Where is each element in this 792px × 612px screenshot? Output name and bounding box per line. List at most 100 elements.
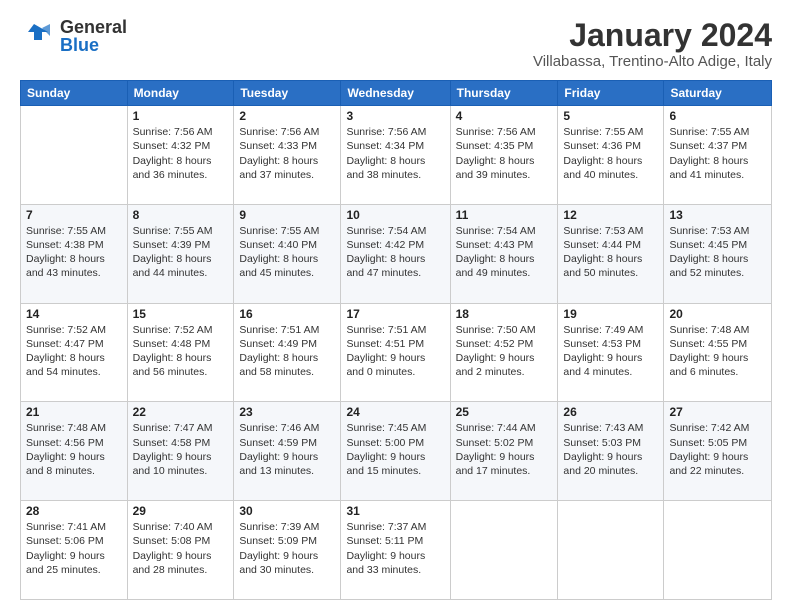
day-number: 23 — [239, 405, 335, 419]
table-row: 11Sunrise: 7:54 AMSunset: 4:43 PMDayligh… — [450, 204, 558, 303]
day-number: 12 — [563, 208, 658, 222]
table-row — [450, 501, 558, 600]
day-number: 20 — [669, 307, 766, 321]
table-row: 29 Sunrise: 7:40 AMSunset: 5:08 PMDayligh… — [127, 501, 234, 600]
day-number: 28 — [26, 504, 122, 518]
day-number: 13 — [669, 208, 766, 222]
table-row — [664, 501, 772, 600]
day-info: Sunrise: 7:51 AMSunset: 4:51 PMDaylight:… — [346, 323, 444, 380]
day-number: 25 — [456, 405, 553, 419]
day-number: 4 — [456, 109, 553, 123]
day-info: Sunrise: 7:53 AMSunset: 4:45 PMDaylight:… — [669, 224, 766, 281]
day-info: Sunrise: 7:53 AMSunset: 4:44 PMDaylight:… — [563, 224, 658, 281]
table-row: 9Sunrise: 7:55 AMSunset: 4:40 PMDaylight… — [234, 204, 341, 303]
day-info: Sunrise: 7:45 AMSunset: 5:00 PMDaylight:… — [346, 421, 444, 478]
table-row: 1 Sunrise: 7:56 AMSunset: 4:32 PMDaylight… — [127, 106, 234, 205]
page: General Blue January 2024 Villabassa, Tr… — [0, 0, 792, 612]
table-row: 21 Sunrise: 7:48 AMSunset: 4:56 PMDayligh… — [21, 402, 128, 501]
day-number: 6 — [669, 109, 766, 123]
day-number: 5 — [563, 109, 658, 123]
day-info: Sunrise: 7:47 AMSunset: 4:58 PMDaylight:… — [133, 421, 229, 478]
header-tuesday: Tuesday — [234, 81, 341, 106]
day-info: Sunrise: 7:42 AMSunset: 5:05 PMDaylight:… — [669, 421, 766, 478]
day-number: 7 — [26, 208, 122, 222]
day-number: 21 — [26, 405, 122, 419]
day-info: Sunrise: 7:48 AMSunset: 4:56 PMDaylight:… — [26, 421, 122, 478]
calendar-table: Sunday Monday Tuesday Wednesday Thursday… — [20, 80, 772, 600]
table-row: 3 Sunrise: 7:56 AMSunset: 4:34 PMDaylight… — [341, 106, 450, 205]
table-row: 23Sunrise: 7:46 AMSunset: 4:59 PMDayligh… — [234, 402, 341, 501]
table-row: 25 Sunrise: 7:44 AMSunset: 5:02 PMDayligh… — [450, 402, 558, 501]
table-row: 27 Sunrise: 7:42 AMSunset: 5:05 PMDayligh… — [664, 402, 772, 501]
day-info: Sunrise: 7:49 AMSunset: 4:53 PMDaylight:… — [563, 323, 658, 380]
table-row: 17Sunrise: 7:51 AMSunset: 4:51 PMDayligh… — [341, 303, 450, 402]
header-thursday: Thursday — [450, 81, 558, 106]
day-info: Sunrise: 7:44 AMSunset: 5:02 PMDaylight:… — [456, 421, 553, 478]
table-row: 30 Sunrise: 7:39 AMSunset: 5:09 PMDayligh… — [234, 501, 341, 600]
day-info: Sunrise: 7:55 AMSunset: 4:39 PMDaylight:… — [133, 224, 229, 281]
header: General Blue January 2024 Villabassa, Tr… — [20, 18, 772, 70]
day-info: Sunrise: 7:41 AMSunset: 5:06 PMDaylight:… — [26, 520, 122, 577]
day-number: 16 — [239, 307, 335, 321]
header-saturday: Saturday — [664, 81, 772, 106]
day-info: Sunrise: 7:40 AMSunset: 5:08 PMDaylight:… — [133, 520, 229, 577]
calendar-title: January 2024 — [533, 18, 772, 53]
day-info: Sunrise: 7:54 AMSunset: 4:42 PMDaylight:… — [346, 224, 444, 281]
day-number: 29 — [133, 504, 229, 518]
table-row: 20 Sunrise: 7:48 AMSunset: 4:55 PMDayligh… — [664, 303, 772, 402]
table-row: 26 Sunrise: 7:43 AMSunset: 5:03 PMDayligh… — [558, 402, 664, 501]
table-row: 28 Sunrise: 7:41 AMSunset: 5:06 PMDayligh… — [21, 501, 128, 600]
header-sunday: Sunday — [21, 81, 128, 106]
day-info: Sunrise: 7:56 AMSunset: 4:35 PMDaylight:… — [456, 125, 553, 182]
calendar-week-2: 7 Sunrise: 7:55 AMSunset: 4:38 PMDaylight… — [21, 204, 772, 303]
day-info: Sunrise: 7:56 AMSunset: 4:34 PMDaylight:… — [346, 125, 444, 182]
day-number: 1 — [133, 109, 229, 123]
header-monday: Monday — [127, 81, 234, 106]
table-row: 10 Sunrise: 7:54 AMSunset: 4:42 PMDayligh… — [341, 204, 450, 303]
calendar-header-row: Sunday Monday Tuesday Wednesday Thursday… — [21, 81, 772, 106]
table-row: 6 Sunrise: 7:55 AMSunset: 4:37 PMDaylight… — [664, 106, 772, 205]
day-info: Sunrise: 7:56 AMSunset: 4:33 PMDaylight:… — [239, 125, 335, 182]
day-info: Sunrise: 7:51 AMSunset: 4:49 PMDaylight:… — [239, 323, 335, 380]
table-row — [558, 501, 664, 600]
day-info: Sunrise: 7:50 AMSunset: 4:52 PMDaylight:… — [456, 323, 553, 380]
day-number: 22 — [133, 405, 229, 419]
table-row: 12 Sunrise: 7:53 AMSunset: 4:44 PMDayligh… — [558, 204, 664, 303]
day-info: Sunrise: 7:56 AMSunset: 4:32 PMDaylight:… — [133, 125, 229, 182]
table-row: 4 Sunrise: 7:56 AMSunset: 4:35 PMDaylight… — [450, 106, 558, 205]
header-friday: Friday — [558, 81, 664, 106]
day-info: Sunrise: 7:43 AMSunset: 5:03 PMDaylight:… — [563, 421, 658, 478]
day-number: 19 — [563, 307, 658, 321]
day-number: 26 — [563, 405, 658, 419]
table-row: 15 Sunrise: 7:52 AMSunset: 4:48 PMDayligh… — [127, 303, 234, 402]
day-number: 2 — [239, 109, 335, 123]
calendar-week-4: 21 Sunrise: 7:48 AMSunset: 4:56 PMDayligh… — [21, 402, 772, 501]
table-row: 8 Sunrise: 7:55 AMSunset: 4:39 PMDaylight… — [127, 204, 234, 303]
table-row: 5 Sunrise: 7:55 AMSunset: 4:36 PMDaylight… — [558, 106, 664, 205]
day-info: Sunrise: 7:55 AMSunset: 4:40 PMDaylight:… — [239, 224, 335, 281]
logo-general: General — [60, 18, 127, 36]
day-number: 10 — [346, 208, 444, 222]
day-number: 3 — [346, 109, 444, 123]
day-info: Sunrise: 7:52 AMSunset: 4:47 PMDaylight:… — [26, 323, 122, 380]
day-number: 8 — [133, 208, 229, 222]
table-row: 24Sunrise: 7:45 AMSunset: 5:00 PMDayligh… — [341, 402, 450, 501]
day-info: Sunrise: 7:39 AMSunset: 5:09 PMDaylight:… — [239, 520, 335, 577]
title-block: January 2024 Villabassa, Trentino-Alto A… — [533, 18, 772, 70]
day-info: Sunrise: 7:37 AMSunset: 5:11 PMDaylight:… — [346, 520, 444, 577]
day-info: Sunrise: 7:55 AMSunset: 4:37 PMDaylight:… — [669, 125, 766, 182]
table-row: 13 Sunrise: 7:53 AMSunset: 4:45 PMDayligh… — [664, 204, 772, 303]
day-number: 14 — [26, 307, 122, 321]
day-info: Sunrise: 7:55 AMSunset: 4:38 PMDaylight:… — [26, 224, 122, 281]
day-number: 30 — [239, 504, 335, 518]
day-number: 18 — [456, 307, 553, 321]
day-number: 15 — [133, 307, 229, 321]
day-info: Sunrise: 7:55 AMSunset: 4:36 PMDaylight:… — [563, 125, 658, 182]
day-info: Sunrise: 7:48 AMSunset: 4:55 PMDaylight:… — [669, 323, 766, 380]
logo: General Blue — [20, 18, 127, 54]
day-number: 27 — [669, 405, 766, 419]
day-info: Sunrise: 7:54 AMSunset: 4:43 PMDaylight:… — [456, 224, 553, 281]
calendar-week-1: 1 Sunrise: 7:56 AMSunset: 4:32 PMDaylight… — [21, 106, 772, 205]
table-row: 7 Sunrise: 7:55 AMSunset: 4:38 PMDaylight… — [21, 204, 128, 303]
day-info: Sunrise: 7:52 AMSunset: 4:48 PMDaylight:… — [133, 323, 229, 380]
